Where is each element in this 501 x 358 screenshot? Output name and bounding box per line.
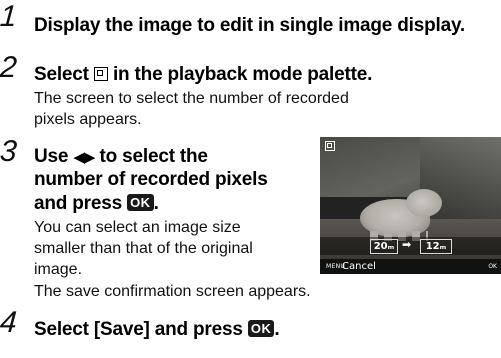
step-number-1: 1 [0,0,18,33]
step-3-heading-line3: and press OK. [34,193,159,214]
step-2-heading-pre: Select [34,64,89,85]
step-3-heading-use: Use [34,146,69,167]
step-3-heading-press: and press [34,193,122,214]
step-3-description-line1: You can select an image size [34,219,241,236]
step-number-3: 3 [0,135,18,168]
cancel-label: Cancel [342,261,376,272]
step-number-2: 2 [0,51,18,84]
step-4-heading: Select [Save] and press OK. [34,319,280,340]
size-selector-bar: 20ₘ ➡ 12ₘ [320,237,501,255]
ok-button-icon: OK [127,194,154,211]
step-1-heading: Display the image to edit in single imag… [34,15,465,36]
ok-tag-icon: OK [488,263,497,270]
resize-palette-icon [93,67,108,81]
size-to-badge: 12ₘ [420,239,452,254]
left-right-arrow-icon: ◀▶ [73,149,95,166]
size-from-badge: 20ₘ [370,239,398,254]
step-3-heading-line1: Use ◀▶ to select the [34,145,208,169]
step-2-heading-post: in the playback mode palette. [112,64,373,85]
step-2-description: The screen to select the number of recor… [34,90,349,128]
step-3-description-line2: smaller than that of the original [34,240,253,257]
step-3-heading-rest: to select the [99,146,208,167]
step-3-description-line3: image. [34,261,83,278]
ok-button-icon: OK [247,320,275,337]
step-3-description-2: The save confirmation screen appears. [34,283,311,300]
step-number-4: 4 [0,306,18,339]
step-3-heading-line2: number of recorded pixels [34,169,268,190]
camera-bottom-bar: MENU Cancel OK [320,259,501,274]
camera-screen-illustration: 20ₘ ➡ 12ₘ MENU Cancel OK [320,137,501,274]
step-2-heading: Select in the playback mode palette. [34,63,372,86]
step-4-heading-text: Select [Save] and press [34,319,243,340]
resize-mode-icon [325,141,335,151]
arrow-right-icon: ➡ [402,239,412,251]
